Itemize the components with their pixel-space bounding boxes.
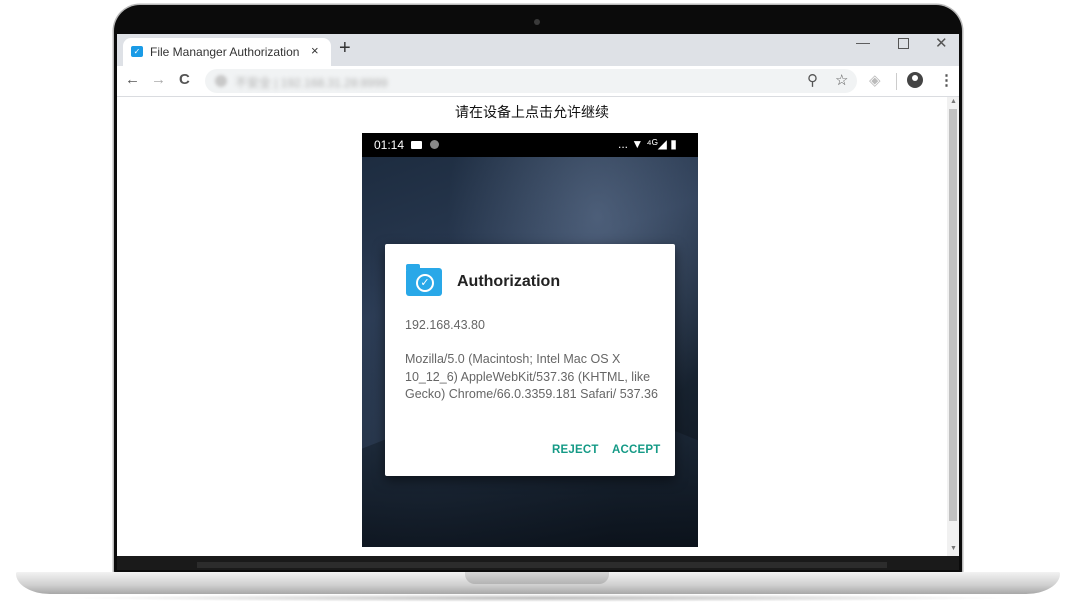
tag-icon[interactable]: ◈ [869,71,881,89]
authorization-dialog: ✓ Authorization 192.168.43.80 Mozilla/5.… [385,244,675,476]
notification-dot-icon [430,140,439,149]
phone-screen: 01:14 ... ▼ ⁴ᴳ◢ ▮ ✓ Authorization 192.16… [362,133,698,547]
reject-button[interactable]: REJECT [552,444,599,456]
browser-window: ✓ File Mananger Authorization × + — ✕ ← … [117,34,959,556]
star-icon[interactable]: ☆ [835,71,848,89]
window-close-button[interactable]: ✕ [935,34,948,52]
dialog-title: Authorization [457,273,561,290]
scroll-up-icon[interactable]: ▲ [950,98,957,105]
url-text[interactable]: 不安全 | 192.168.31.28:8999 [235,74,388,91]
toolbar-divider [896,73,897,90]
page-content: 请在设备上点击允许继续 01:14 ... ▼ ⁴ᴳ◢ ▮ ✓ Authoriz… [117,97,947,556]
browser-toolbar: ← → C 不安全 | 192.168.31.28:8999 ⚲ ☆ ◈ ⋮ [117,66,959,97]
laptop-shadow [60,594,1020,602]
scroll-down-icon[interactable]: ▼ [950,545,957,552]
zoom-icon[interactable]: ⚲ [807,71,818,89]
accept-button[interactable]: ACCEPT [612,444,660,456]
address-bar[interactable]: 不安全 | 192.168.31.28:8999 [205,69,857,93]
screen-bezel [117,556,959,570]
status-time: 01:14 [374,138,405,152]
tab-title: File Mananger Authorization [150,45,300,59]
maximize-button[interactable] [898,38,909,49]
phone-status-bar: 01:14 ... ▼ ⁴ᴳ◢ ▮ [362,133,698,157]
taskbar-strip [197,562,887,568]
minimize-button[interactable]: — [856,34,870,50]
tab-close-icon[interactable]: × [311,43,319,58]
menu-icon[interactable]: ⋮ [939,71,954,89]
client-ip: 192.168.43.80 [405,318,485,332]
status-icons: ... ▼ ⁴ᴳ◢ ▮ [618,137,677,151]
page-scrollbar[interactable]: ▲ ▼ [947,97,959,556]
folder-check-icon: ✓ [406,264,442,296]
page-heading: 请在设备上点击允许继续 [455,104,609,120]
folder-icon: ✓ [131,46,143,57]
tab-file-manager[interactable]: ✓ File Mananger Authorization × [123,38,331,66]
site-info-icon[interactable] [215,75,227,87]
user-agent: Mozilla/5.0 (Macintosh; Intel Mac OS X 1… [405,352,658,401]
folder-icon [411,141,422,149]
profile-icon[interactable] [907,72,923,88]
scrollbar-thumb[interactable] [949,109,957,521]
check-icon: ✓ [416,274,434,292]
tab-bar: ✓ File Mananger Authorization × + — ✕ [117,34,959,66]
reload-icon[interactable]: C [179,71,190,88]
forward-icon[interactable]: → [151,71,166,88]
back-icon[interactable]: ← [125,71,140,88]
laptop-notch [465,572,609,584]
camera [534,19,540,25]
new-tab-button[interactable]: + [339,37,351,60]
